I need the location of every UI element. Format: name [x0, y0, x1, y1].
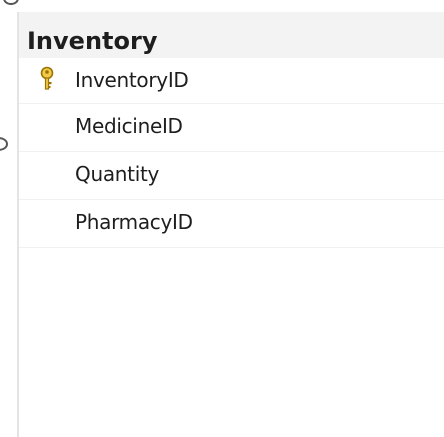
field-name: MedicineID	[75, 114, 183, 138]
primary-key-icon	[39, 65, 55, 93]
field-name: InventoryID	[75, 68, 189, 92]
field-name: Quantity	[75, 162, 160, 186]
table-inventory[interactable]: Inventory InventoryID MedicineID Quantit…	[17, 12, 444, 437]
field-row-medicineid[interactable]: MedicineID	[19, 104, 444, 152]
field-row-inventoryid[interactable]: InventoryID	[19, 58, 444, 104]
field-name: PharmacyID	[75, 210, 193, 234]
field-row-quantity[interactable]: Quantity	[19, 152, 444, 200]
table-header[interactable]: Inventory	[19, 12, 444, 58]
field-list: InventoryID MedicineID Quantity Pharmacy…	[19, 58, 444, 248]
field-row-pharmacyid[interactable]: PharmacyID	[19, 200, 444, 248]
table-title: Inventory	[27, 27, 158, 55]
relationship-connector-left	[0, 134, 14, 154]
